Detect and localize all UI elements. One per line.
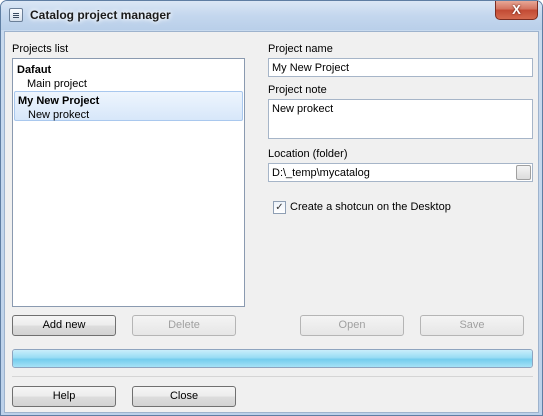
dialog-client-area: Projects list Dafaut Main project My New… [4, 31, 539, 413]
project-item-name: My New Project [18, 95, 100, 107]
close-button[interactable]: Close [132, 386, 236, 407]
create-shortcut-checkbox[interactable]: ✓ [273, 201, 286, 214]
window-title: Catalog project manager [30, 8, 171, 22]
progress-bar [12, 349, 533, 368]
project-name-input[interactable] [268, 58, 533, 77]
projects-list-label: Projects list [12, 43, 69, 55]
open-button[interactable]: Open [300, 315, 404, 336]
title-bar[interactable]: Catalog project manager X [1, 1, 542, 30]
delete-button[interactable]: Delete [132, 315, 236, 336]
dialog-window: Catalog project manager X Projects list … [0, 0, 543, 416]
project-item-note: New prokect [28, 109, 90, 121]
window-close-button[interactable]: X [495, 1, 538, 20]
project-name-label: Project name [268, 43, 333, 55]
project-note-textarea[interactable]: New prokect [268, 99, 533, 139]
browse-folder-button[interactable] [516, 165, 531, 180]
help-button[interactable]: Help [12, 386, 116, 407]
project-item-my-new-project[interactable]: My New Project New prokect [14, 91, 243, 121]
window-menu-icon[interactable] [9, 8, 23, 22]
create-shortcut-label[interactable]: Create a shotcun on the Desktop [290, 201, 451, 213]
footer-separator [12, 376, 533, 377]
location-input[interactable] [268, 163, 533, 182]
save-button[interactable]: Save [420, 315, 524, 336]
project-item-note: Main project [27, 78, 87, 90]
progress-bar-fill [13, 350, 532, 367]
location-label: Location (folder) [268, 148, 348, 160]
project-item-name: Dafaut [17, 64, 52, 76]
add-new-button[interactable]: Add new [12, 315, 116, 336]
project-item-dafaut[interactable]: Dafaut Main project [14, 61, 243, 91]
project-note-label: Project note [268, 84, 327, 96]
projects-listbox[interactable]: Dafaut Main project My New Project New p… [12, 58, 245, 307]
